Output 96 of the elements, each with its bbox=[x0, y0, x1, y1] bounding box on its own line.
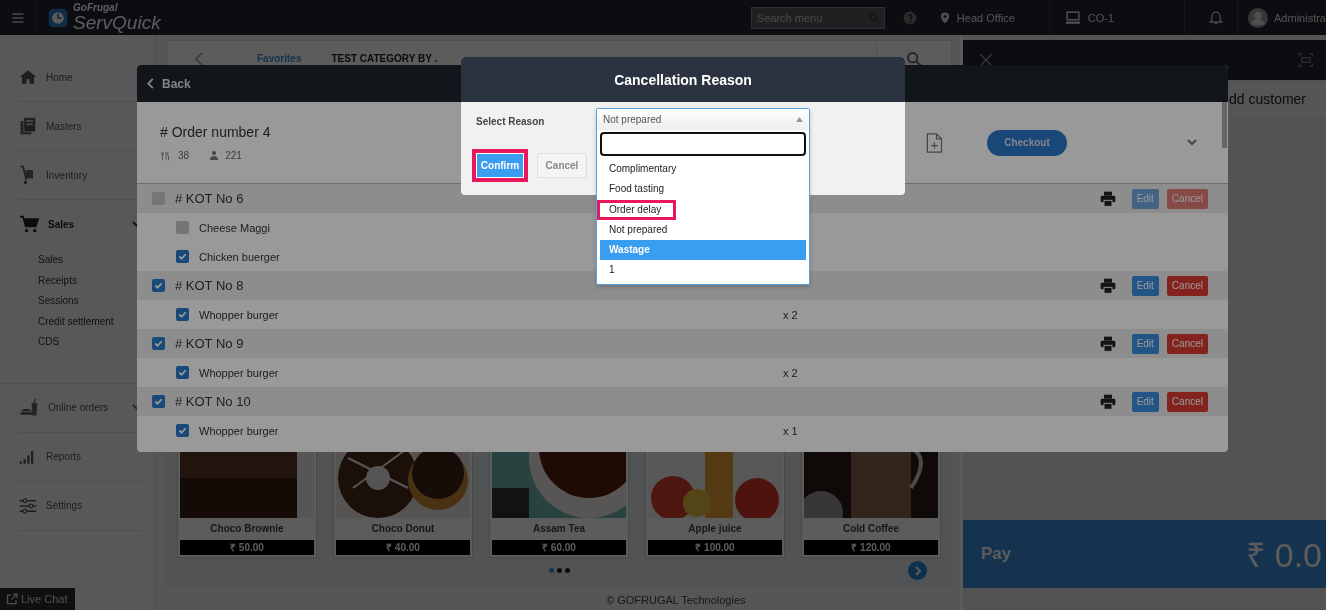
dropdown-option[interactable]: Not prepared bbox=[600, 219, 806, 241]
back-button[interactable]: Back bbox=[147, 76, 191, 91]
sliders-icon bbox=[18, 496, 38, 515]
dropdown-option[interactable]: Complimentary bbox=[600, 159, 806, 180]
kot-title: # KOT No 9 bbox=[175, 336, 244, 351]
edit-button[interactable]: Edit bbox=[1131, 391, 1159, 412]
edit-button[interactable]: Edit bbox=[1131, 275, 1159, 296]
bell-icon bbox=[1209, 9, 1224, 26]
pay-total: ₹ 0.0 bbox=[1246, 535, 1323, 576]
pager-dot[interactable] bbox=[564, 567, 570, 573]
item-name: Chicken buerger bbox=[199, 250, 280, 263]
checkout-button[interactable]: Checkout bbox=[987, 129, 1067, 156]
food-icon bbox=[18, 397, 40, 418]
print-icon bbox=[1098, 277, 1117, 294]
dialog-title: Cancellation Reason bbox=[614, 71, 752, 88]
cancel-button[interactable]: Cancel bbox=[1166, 391, 1208, 412]
caret-up-icon bbox=[796, 117, 803, 122]
confirm-button[interactable]: Confirm bbox=[472, 149, 528, 182]
dropdown-option[interactable]: 1 bbox=[600, 260, 806, 281]
edit-button[interactable]: Edit bbox=[1131, 333, 1159, 354]
sidebar-item[interactable]: Settings bbox=[18, 481, 142, 531]
checkbox[interactable] bbox=[176, 308, 189, 321]
home-icon bbox=[18, 68, 38, 86]
cover-count: 38 bbox=[178, 150, 190, 161]
kot-title: # KOT No 10 bbox=[175, 394, 251, 409]
field-label: Select Reason bbox=[476, 116, 545, 127]
counter-label[interactable]: CO-1 bbox=[1087, 11, 1115, 24]
category-tab[interactable]: TEST CATEGORY BY . bbox=[331, 53, 438, 64]
print-icon bbox=[1098, 335, 1117, 352]
brand-tagline: GoFrugal bbox=[73, 3, 119, 13]
external-link-icon bbox=[6, 593, 18, 605]
product-name: Apple juice bbox=[687, 522, 743, 536]
print-icon bbox=[1098, 190, 1117, 207]
scan-icon bbox=[1298, 53, 1314, 67]
close-icon bbox=[979, 53, 993, 67]
user-name[interactable]: Administra bbox=[1274, 11, 1326, 24]
item-quantity: x 2 bbox=[783, 366, 799, 379]
help-icon bbox=[902, 10, 917, 25]
sidebar-item[interactable]: Sales bbox=[18, 200, 142, 248]
dropdown-option[interactable]: Order delay bbox=[597, 199, 677, 220]
guest-count: 221 bbox=[225, 150, 242, 161]
product-price: ₹ 40.00 bbox=[336, 540, 470, 555]
checkbox[interactable] bbox=[176, 366, 189, 379]
pay-label: Pay bbox=[981, 544, 1012, 564]
checkbox[interactable] bbox=[152, 395, 165, 408]
kot-title: # KOT No 6 bbox=[175, 191, 244, 206]
item-name: Whopper burger bbox=[199, 424, 279, 437]
document-icon bbox=[18, 116, 38, 136]
location-label[interactable]: Head Office bbox=[956, 11, 1015, 24]
item-name: Cheese Maggi bbox=[199, 221, 270, 234]
kot-title: # KOT No 8 bbox=[175, 278, 244, 293]
product-name: Cold Coffee bbox=[841, 522, 901, 536]
clock-icon bbox=[48, 7, 68, 28]
item-quantity: x 1 bbox=[783, 424, 799, 437]
checkbox[interactable] bbox=[152, 279, 165, 292]
print-icon bbox=[1098, 393, 1117, 410]
person-icon bbox=[209, 150, 220, 161]
product-price: ₹ 60.00 bbox=[492, 540, 626, 555]
dropdown-option[interactable]: Wastage bbox=[600, 240, 806, 261]
product-price: ₹ 50.00 bbox=[180, 540, 314, 555]
select-field[interactable]: Not prepared bbox=[597, 109, 809, 130]
cancel-button[interactable]: Cancel bbox=[1166, 275, 1208, 296]
product-name: Choco Donut bbox=[370, 522, 436, 536]
add-document-icon bbox=[924, 130, 944, 155]
product-name: Choco Brownie bbox=[209, 522, 285, 536]
search-field[interactable] bbox=[600, 132, 806, 156]
chevron-right-icon bbox=[914, 565, 921, 576]
item-name: Whopper burger bbox=[199, 366, 279, 379]
cancel-button[interactable]: Cancel bbox=[537, 153, 587, 178]
pager-dot[interactable] bbox=[556, 567, 562, 573]
pay-button[interactable]: Pay ₹ 0.0 bbox=[963, 520, 1326, 588]
dropdown-option[interactable]: Food tasting bbox=[600, 179, 806, 200]
product-name: Assam Tea bbox=[531, 522, 587, 536]
brand-name: ServQuick bbox=[73, 13, 161, 32]
next-button[interactable] bbox=[908, 561, 927, 580]
cutlery-icon bbox=[160, 150, 172, 161]
product-price: ₹ 120.00 bbox=[804, 540, 938, 555]
cart-icon bbox=[18, 214, 40, 234]
category-tab[interactable]: Favorites bbox=[257, 53, 302, 64]
item-quantity: x 2 bbox=[783, 308, 799, 321]
cancel-button[interactable]: Cancel bbox=[1166, 333, 1208, 354]
footer-text: © GOFRUGAL Technologies bbox=[605, 594, 747, 608]
checkbox[interactable] bbox=[152, 337, 165, 350]
checkbox[interactable] bbox=[176, 424, 189, 437]
monitor-icon bbox=[1063, 10, 1082, 25]
menu-icon bbox=[10, 11, 25, 24]
chevron-left-icon bbox=[195, 51, 203, 66]
pager-dot[interactable] bbox=[548, 567, 554, 573]
scrollbar[interactable] bbox=[1222, 102, 1227, 148]
chevron-down-icon bbox=[1187, 139, 1197, 146]
order-title: # Order number 4 bbox=[160, 124, 272, 140]
search-icon bbox=[906, 50, 922, 67]
chevron-left-icon bbox=[147, 78, 154, 89]
product-price: ₹ 100.00 bbox=[648, 540, 782, 555]
item-name: Whopper burger bbox=[199, 308, 279, 321]
avatar-icon bbox=[1248, 7, 1269, 28]
